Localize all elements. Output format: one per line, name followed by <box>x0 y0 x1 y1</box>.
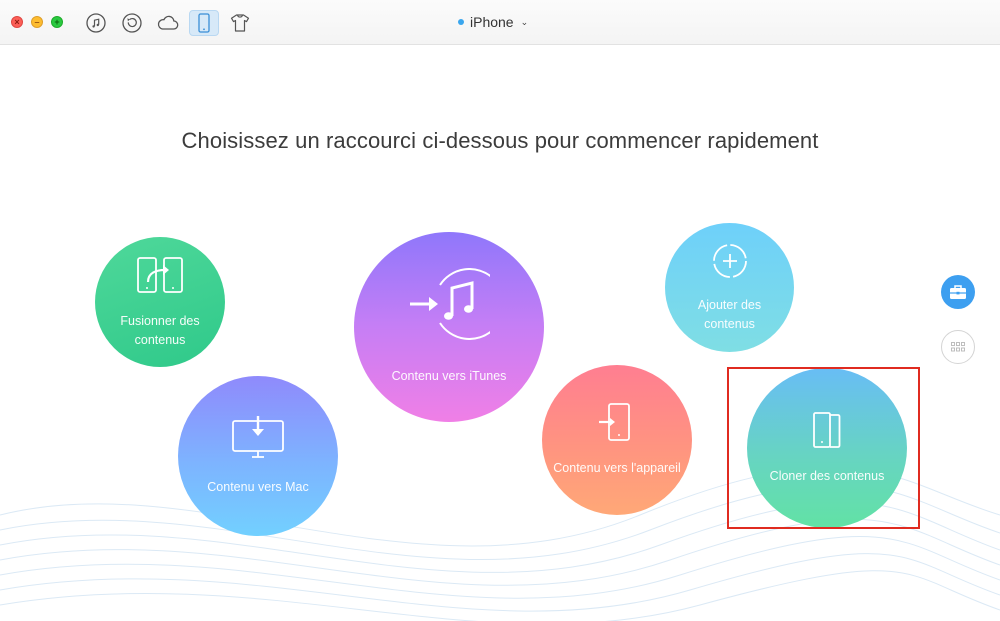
add-content-shortcut[interactable]: Ajouter des contenus <box>665 223 794 352</box>
toolbox-button[interactable] <box>941 275 975 309</box>
grid-icon <box>951 342 965 352</box>
clone-phones-icon <box>807 410 847 455</box>
device-name: iPhone <box>470 14 514 30</box>
content-to-itunes-shortcut[interactable]: Contenu vers iTunes <box>354 232 544 422</box>
monitor-download-icon <box>230 415 286 466</box>
device-status-dot <box>458 19 464 25</box>
icloud-icon[interactable] <box>155 10 181 36</box>
content-to-mac-label: Contenu vers Mac <box>207 480 309 494</box>
phone-import-icon <box>595 402 639 447</box>
merge-content-label: Fusionner des contenus <box>120 313 200 347</box>
iphone-icon[interactable] <box>189 10 219 36</box>
itunes-icon <box>408 268 506 345</box>
clone-content-label: Cloner des contenus <box>769 469 885 483</box>
minimize-window-button[interactable]: – <box>31 16 43 28</box>
toolbar: × – + iPhone ⌄ <box>0 0 1000 45</box>
zoom-window-button[interactable]: + <box>51 16 63 28</box>
chevron-down-icon: ⌄ <box>520 16 529 27</box>
tshirt-icon[interactable] <box>227 10 253 36</box>
content-to-itunes-label: Contenu vers iTunes <box>391 369 507 383</box>
toolbox-icon <box>950 285 966 299</box>
merge-icon <box>135 255 185 300</box>
device-selector[interactable]: iPhone ⌄ <box>458 12 528 32</box>
content-to-device-shortcut[interactable]: Contenu vers l'appareil <box>542 365 692 515</box>
close-window-button[interactable]: × <box>11 16 23 28</box>
merge-content-shortcut[interactable]: Fusionner des contenus <box>95 237 225 367</box>
add-circle-icon <box>710 241 750 286</box>
music-note-icon[interactable] <box>83 10 109 36</box>
backup-restore-icon[interactable] <box>119 10 145 36</box>
add-content-label: Ajouter des contenus <box>697 298 762 331</box>
main-content: Choisissez un raccourci ci-dessous pour … <box>0 45 1000 621</box>
content-to-mac-shortcut[interactable]: Contenu vers Mac <box>178 376 338 536</box>
page-headline: Choisissez un raccourci ci-dessous pour … <box>181 128 819 153</box>
clone-content-shortcut[interactable]: Cloner des contenus <box>747 368 907 528</box>
apps-grid-button[interactable] <box>941 330 975 364</box>
content-to-device-label: Contenu vers l'appareil <box>553 461 681 475</box>
